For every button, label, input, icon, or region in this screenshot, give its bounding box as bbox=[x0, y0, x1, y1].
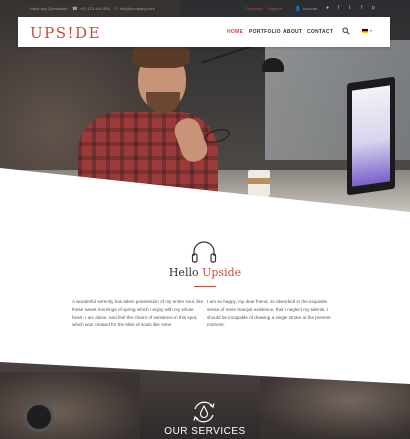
facebook-link[interactable]: f bbox=[338, 5, 339, 11]
facebook-link-2[interactable]: f bbox=[361, 5, 362, 11]
mail-icon: ✉ bbox=[114, 6, 118, 11]
topbar-link-company[interactable]: Company bbox=[245, 6, 262, 11]
pinterest-link[interactable]: p bbox=[372, 5, 375, 11]
topbar-link-support[interactable]: Support bbox=[268, 6, 282, 11]
language-flag-icon[interactable] bbox=[362, 29, 368, 33]
services-section: OUR SERVICES bbox=[0, 362, 410, 439]
nav-item-home[interactable]: HOME bbox=[227, 29, 243, 35]
services-heading: OUR SERVICES bbox=[164, 426, 246, 437]
top-bar: Have any Questions? ☎ +01 123 444 555 ✉ in… bbox=[0, 0, 410, 16]
questions-text: Have any Questions? bbox=[30, 6, 69, 11]
email-link[interactable]: ✉ info@company.com bbox=[114, 6, 155, 12]
search-icon[interactable] bbox=[342, 26, 350, 36]
heading-divider bbox=[194, 286, 216, 287]
hero-slanted-edge bbox=[0, 168, 410, 212]
facebook-icon: f bbox=[338, 5, 340, 11]
phone-icon: ☎ bbox=[72, 6, 78, 11]
recycle-drop-icon bbox=[193, 401, 215, 423]
logo[interactable]: UPS!DE bbox=[30, 24, 101, 42]
account-link[interactable]: 👤 Account bbox=[295, 6, 317, 12]
nav-item-about[interactable]: ABOUT bbox=[283, 29, 302, 35]
phone-link[interactable]: ☎ +01 123 444 555 bbox=[72, 6, 110, 12]
phone-number: +01 123 444 555 bbox=[79, 6, 110, 11]
intro-text-right: I am so happy, my dear friend, so absorb… bbox=[207, 299, 331, 328]
twitter-link[interactable]: t bbox=[349, 5, 350, 11]
nav-item-portfolio[interactable]: PORTFOLIO bbox=[249, 29, 281, 35]
chevron-down-icon[interactable]: ▾ bbox=[370, 28, 372, 33]
social-link[interactable]: ● bbox=[326, 5, 329, 11]
user-icon: 👤 bbox=[295, 6, 301, 11]
intro-text-left: A wonderful serenity has taken possessio… bbox=[72, 299, 204, 328]
desk-lamp bbox=[262, 58, 284, 72]
hello-heading-plain: Hello bbox=[168, 266, 199, 279]
main-navbar: UPS!DE HOME PORTFOLIO ABOUT CONTACT ▾ bbox=[18, 17, 390, 47]
services-slanted-edge bbox=[0, 362, 410, 384]
social-link-icon: ● bbox=[326, 5, 330, 11]
nav-item-contact[interactable]: CONTACT bbox=[307, 29, 333, 35]
account-label: Account bbox=[302, 6, 318, 11]
pinterest-icon: p bbox=[372, 5, 375, 11]
email-address: info@company.com bbox=[119, 6, 155, 11]
hello-heading: Hello Upside bbox=[0, 266, 410, 279]
hello-heading-accent: Upside bbox=[202, 266, 242, 279]
twitter-icon: t bbox=[349, 5, 351, 11]
headphones-icon bbox=[191, 241, 217, 263]
topbar-separator: · bbox=[263, 6, 265, 11]
facebook-icon: f bbox=[361, 5, 363, 11]
